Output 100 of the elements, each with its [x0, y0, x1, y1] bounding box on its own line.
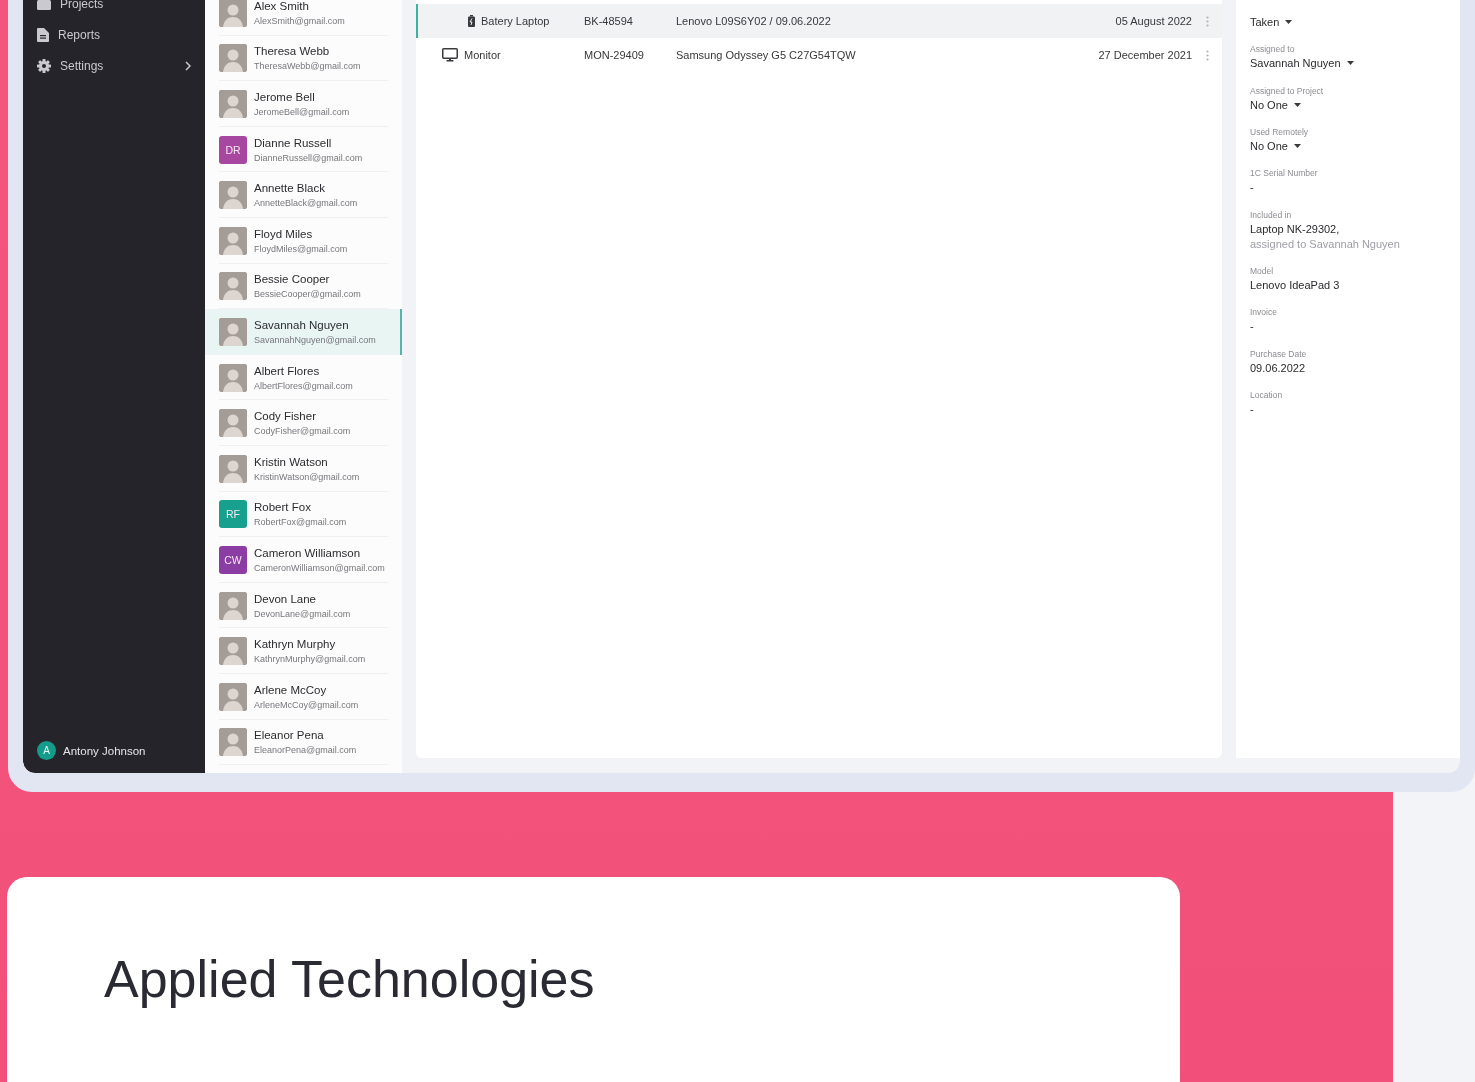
person-name: Eleanor Pena: [254, 729, 325, 742]
dropdown[interactable]: Savannah Nguyen: [1250, 57, 1354, 70]
dropdown[interactable]: Taken: [1250, 16, 1293, 29]
briefcase-icon: [37, 0, 51, 10]
user-name: Antony Johnson: [63, 744, 146, 757]
avatar-photo-placeholder: [219, 363, 247, 392]
field-value: 09.06.2022: [1250, 361, 1306, 374]
field-label: Assigned to: [1250, 44, 1295, 55]
avatar-initials: CW: [219, 545, 247, 574]
avatar-initials: DR: [219, 135, 247, 164]
person-email: AnnetteBlack@gmail.com: [254, 198, 358, 209]
person-name: Floyd Miles: [254, 227, 314, 240]
person-name: Theresa Webb: [254, 45, 331, 58]
person-email: CodyFisher@gmail.com: [254, 426, 351, 437]
dropdown[interactable]: No One: [1250, 98, 1301, 111]
person-item[interactable]: Cody Fisher CodyFisher@gmail.com: [205, 400, 402, 446]
avatar-photo-placeholder: [219, 272, 247, 301]
person-email: AlexSmith@gmail.com: [254, 15, 345, 26]
person-email: CameronWilliamson@gmail.com: [254, 562, 385, 573]
device-date: 27 December 2021: [1098, 49, 1192, 61]
field-value: -: [1250, 320, 1254, 333]
avatar-photo-placeholder: [219, 90, 247, 118]
avatar-photo-placeholder: [219, 591, 247, 620]
field-value: Laptop NK-29302,: [1250, 222, 1340, 235]
person-name: Albert Flores: [254, 364, 321, 377]
person-item[interactable]: Floyd Miles FloydMiles@gmail.com: [205, 217, 402, 264]
person-name: Alex Smith: [254, 0, 310, 12]
person-email: JeromeBell@gmail.com: [254, 107, 350, 117]
caret-icon: [1285, 20, 1293, 25]
person-item[interactable]: Jerome Bell JeromeBell@gmail.com: [205, 81, 402, 127]
person-name: Dianne Russell: [254, 136, 333, 149]
person-email: TheresaWebb@gmail.com: [254, 61, 361, 72]
person-email: AlbertFlores@gmail.com: [254, 380, 353, 391]
person-name: Jerome Bell: [254, 91, 316, 103]
person-name: Kathryn Murphy: [254, 638, 337, 651]
avatar-photo-placeholder: [219, 44, 247, 73]
more-icon[interactable]: [1205, 49, 1209, 61]
sidebar-item[interactable]: Settings: [37, 50, 191, 81]
device-date: 05 August 2022: [1115, 15, 1192, 27]
avatar-photo-placeholder: [219, 454, 247, 483]
monitor-icon: [442, 48, 458, 62]
person-name: Cameron Williamson: [254, 546, 362, 559]
person-item[interactable]: Devon Lane DevonLane@gmail.com: [205, 582, 402, 629]
document-icon: [37, 27, 49, 42]
person-item[interactable]: Albert Flores AlbertFlores@gmail.com: [205, 354, 402, 401]
caret-icon: [1346, 61, 1354, 66]
person-name: Arlene McCoy: [254, 683, 328, 696]
avatar-initials: RF: [219, 500, 247, 529]
field-note: assigned to Savannah Nguyen: [1250, 237, 1400, 250]
avatar-photo-placeholder: [219, 317, 247, 346]
person-name: Kristin Watson: [254, 455, 329, 468]
person-item[interactable]: RF Robert Fox RobertFox@gmail.com: [205, 491, 402, 538]
person-name: Annette Black: [254, 182, 326, 195]
sidebar-item[interactable]: Reports: [37, 19, 191, 50]
person-email: BessieCooper@gmail.com: [254, 289, 361, 300]
avatar-photo-placeholder: [219, 682, 247, 711]
person-email: RobertFox@gmail.com: [254, 517, 347, 528]
person-email: FloydMiles@gmail.com: [254, 243, 348, 254]
person-email: KathrynMurphy@gmail.com: [254, 654, 366, 665]
person-email: SavannahNguyen@gmail.com: [254, 334, 376, 345]
field-label: Assigned to Project: [1250, 85, 1324, 96]
person-email: ArleneMcCoy@gmail.com: [254, 699, 359, 710]
field-label: Purchase Date: [1250, 348, 1307, 359]
battery-icon: [468, 15, 475, 27]
field-label: Model: [1250, 266, 1274, 277]
field-label: Invoice: [1250, 307, 1277, 318]
person-item[interactable]: Theresa Webb TheresaWebb@gmail.com: [205, 35, 402, 82]
device-name: Monitor: [464, 49, 501, 61]
avatar-photo-placeholder: [219, 637, 247, 666]
person-item[interactable]: Annette Black AnnetteBlack@gmail.com: [205, 172, 402, 218]
field-label: Used Remotely: [1250, 126, 1309, 137]
person-item[interactable]: Bessie Cooper BessieCooper@gmail.com: [205, 263, 402, 310]
person-item[interactable]: Kristin Watson KristinWatson@gmail.com: [205, 445, 402, 492]
person-item[interactable]: Savannah Nguyen SavannahNguyen@gmail.com: [205, 309, 402, 355]
field-value: -: [1250, 402, 1254, 415]
dropdown[interactable]: No One: [1250, 139, 1301, 152]
device-description: Lenovo L09S6Y02 / 09.06.2022: [676, 15, 831, 27]
person-item[interactable]: DR Dianne Russell DianneRussell@gmail.com: [205, 126, 402, 173]
person-item[interactable]: Alex Smith AlexSmith@gmail.com: [205, 0, 402, 36]
field-label: Included in: [1250, 209, 1292, 220]
caret-icon: [1293, 102, 1301, 107]
person-item[interactable]: Kathryn Murphy KathrynMurphy@gmail.com: [205, 628, 402, 674]
person-email: DianneRussell@gmail.com: [254, 152, 363, 163]
field-value: -: [1250, 180, 1254, 193]
section-title: Applied Technologies: [104, 949, 596, 1009]
device-row[interactable]: Monitor MON-29409 Samsung Odyssey G5 C27G54TQW 27 December 2021: [416, 38, 1222, 72]
person-email: EleanorPena@gmail.com: [254, 745, 357, 756]
field-label: 1C Serial Number: [1250, 167, 1318, 178]
person-item[interactable]: CW Cameron Williamson CameronWilliamson@gmail.com: [205, 537, 402, 583]
person-name: Robert Fox: [254, 501, 312, 514]
person-item[interactable]: Eleanor Pena EleanorPena@gmail.com: [205, 719, 402, 766]
device-row[interactable]: Batery Laptop BK-48594 Lenovo L09S6Y02 / 09.06.2022 05 August 2022: [416, 4, 1222, 38]
device-name: Batery Laptop: [481, 15, 550, 27]
device-code: BK-48594: [584, 15, 633, 27]
person-item[interactable]: Arlene McCoy ArleneMcCoy@gmail.com: [205, 673, 402, 720]
person-name: Devon Lane: [254, 592, 318, 605]
person-name: Savannah Nguyen: [254, 318, 350, 331]
avatar-photo-placeholder: [219, 181, 247, 210]
person-email: KristinWatson@gmail.com: [254, 471, 360, 482]
avatar-photo-placeholder: [219, 226, 247, 255]
